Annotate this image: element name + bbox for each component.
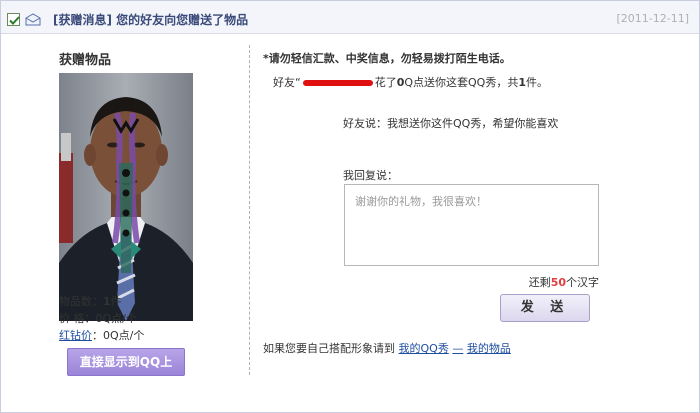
show-on-qq-button[interactable]: 直接显示到QQ上 xyxy=(67,348,185,376)
message-date: [2011-12-11] xyxy=(616,12,689,25)
checkmark-icon xyxy=(9,16,20,25)
message-subject: 您的好友向您赠送了物品 xyxy=(116,13,249,27)
reply-textarea[interactable] xyxy=(344,184,599,266)
remaining-prefix: 还剩 xyxy=(528,276,551,289)
reply-label: 我回复说： xyxy=(343,169,398,182)
friend-item-count: 1 xyxy=(518,76,526,89)
item-count-label: 物品数： xyxy=(59,295,103,308)
message-header: [获赠消息] 您的好友向您赠送了物品 [2011-12-11] xyxy=(1,1,699,34)
remaining-chars: 还剩50个汉字 xyxy=(529,274,599,290)
item-count-unit: 件 xyxy=(110,295,122,308)
red-diamond-value: ：0Q点/个 xyxy=(92,329,145,342)
message-tag: [获赠消息] xyxy=(53,13,112,27)
gift-description: 好友“ 花了0Q点送你这套QQ秀，共1件。 xyxy=(273,74,548,90)
dress-up-text: 如果您要自己搭配形象请到 xyxy=(263,342,395,355)
dress-up-hint: 如果您要自己搭配形象请到 我的QQ秀 — 我的物品 xyxy=(263,340,511,356)
send-button[interactable]: 发 送 xyxy=(500,294,590,322)
gift-panel: 获赠物品 物品数：1件 价 格：0Q点/个 红钻价：0Q点/个 直接显示到QQ上 xyxy=(1,35,249,413)
friend-suffix: 件。 xyxy=(526,76,548,89)
remaining-suffix: 个汉字 xyxy=(566,276,599,289)
remaining-count: 50 xyxy=(550,276,566,289)
select-checkbox[interactable] xyxy=(7,13,20,26)
message-panel: [获赠消息] 您的好友向您赠送了物品 [2011-12-11] 获赠物品 物品数… xyxy=(0,0,700,413)
vertical-divider xyxy=(249,45,250,375)
item-price: 价 格：0Q点/个 xyxy=(59,310,137,326)
security-warning: *请勿轻信汇款、中奖信息，勿轻易拨打陌生电话。 xyxy=(263,52,511,65)
message-title: [获赠消息] 您的好友向您赠送了物品 xyxy=(53,11,248,28)
redacted-friend-name xyxy=(302,80,373,86)
friend-spent-label: 花了 xyxy=(374,76,397,89)
item-price-label: 价 格： xyxy=(59,312,96,325)
envelope-icon xyxy=(25,13,41,26)
gift-avatar-image xyxy=(59,73,193,321)
message-body: *请勿轻信汇款、中奖信息，勿轻易拨打陌生电话。 好友“ 花了0Q点送你这套QQ秀，… xyxy=(251,35,699,413)
red-diamond-link[interactable]: 红钻价 xyxy=(59,329,92,342)
gift-title: 获赠物品 xyxy=(59,53,112,68)
item-count-value: 1 xyxy=(103,295,111,308)
friend-gift-text: Q点送你这套QQ秀，共 xyxy=(404,76,519,89)
friend-message: 好友说：我想送你这件QQ秀，希望你能喜欢 xyxy=(343,117,559,130)
my-qqshow-link[interactable]: 我的QQ秀 xyxy=(399,342,449,355)
my-items-link[interactable]: 我的物品 xyxy=(467,342,511,355)
red-diamond-price: 红钻价：0Q点/个 xyxy=(59,327,144,343)
item-price-value: 0Q点/个 xyxy=(95,312,137,325)
item-count: 物品数：1件 xyxy=(59,293,122,309)
friend-prefix: 好友“ xyxy=(273,76,301,89)
link-separator: — xyxy=(452,342,464,355)
